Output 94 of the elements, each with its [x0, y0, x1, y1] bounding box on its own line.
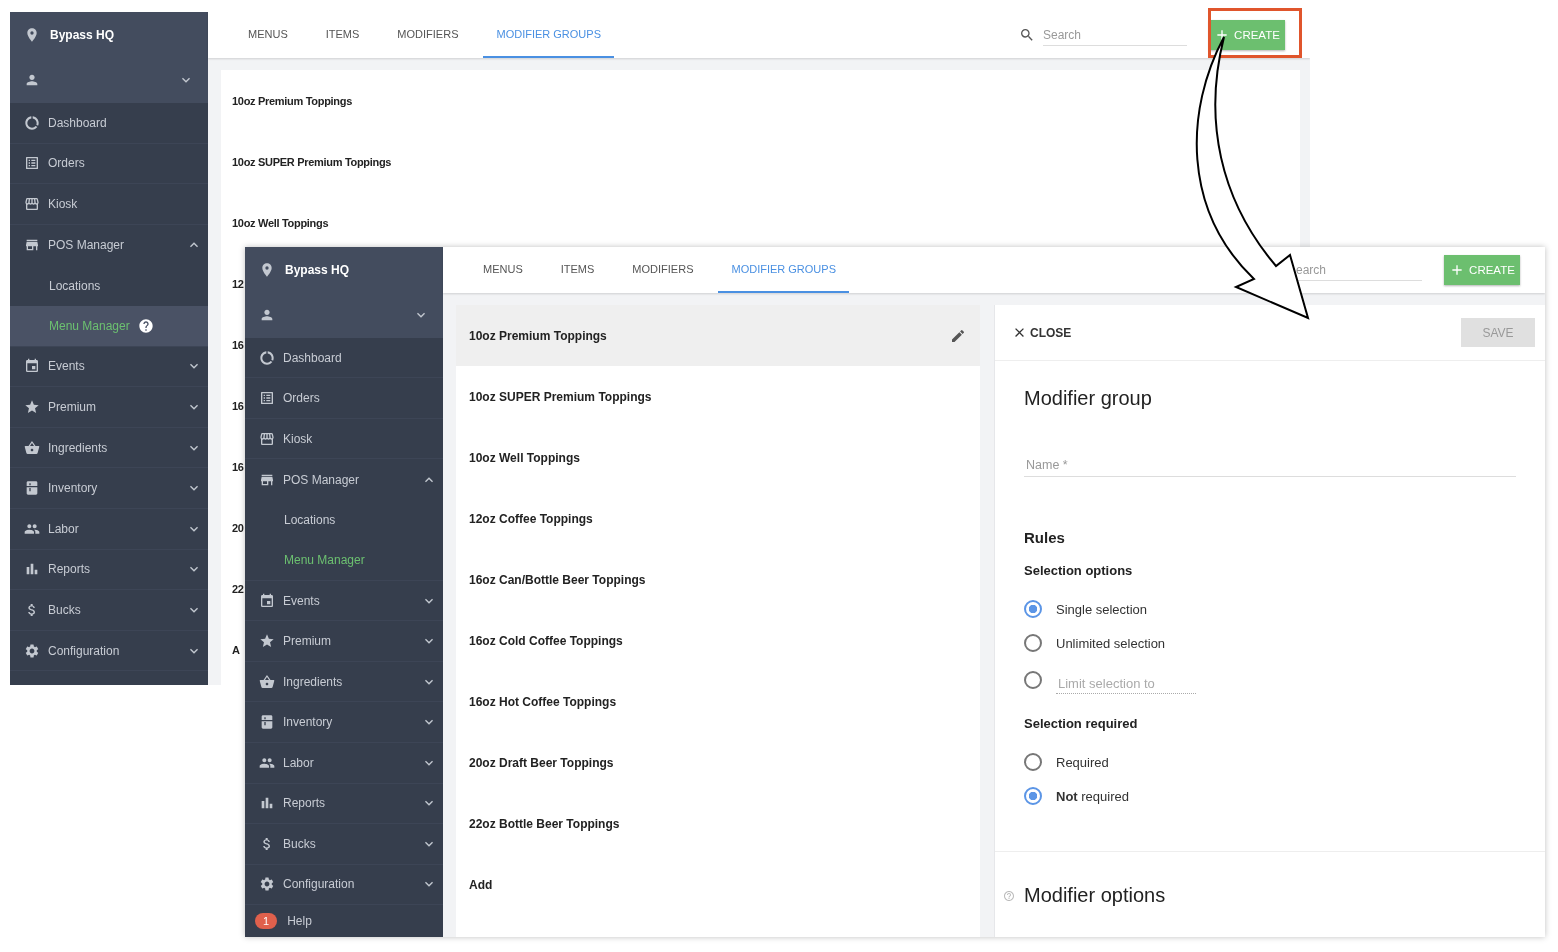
list-item[interactable]: 10oz SUPER Premium Toppings	[232, 155, 392, 168]
sidebar-item[interactable]: Premium	[10, 387, 208, 428]
storefront-icon	[24, 196, 40, 212]
list-item[interactable]: 10oz Premium Toppings	[232, 94, 352, 107]
section-title: Modifier options	[1024, 884, 1166, 907]
list-item[interactable]: 10oz Well Toppings	[232, 216, 329, 229]
subheading: Selection required	[1024, 716, 1139, 731]
radio-button[interactable]	[1024, 671, 1042, 689]
location-name: Bypass HQ	[285, 262, 350, 277]
sidebar-item[interactable]: POS Manager	[10, 224, 208, 266]
list-item[interactable]: 10oz SUPER Premium Toppings	[469, 389, 652, 404]
radio-button[interactable]	[1024, 753, 1042, 771]
tab[interactable]: MODIFIERS	[384, 12, 472, 58]
sidebar-subitem[interactable]: Menu Manager	[245, 540, 443, 581]
list-item[interactable]: 16oz Hot Coffee Toppings	[469, 694, 617, 709]
list-item[interactable]: 12	[232, 277, 244, 290]
basket-icon	[24, 439, 40, 456]
list-item[interactable]: 22	[232, 582, 244, 595]
pencil-icon[interactable]	[950, 327, 966, 344]
list-item[interactable]: 16	[232, 460, 244, 473]
tab[interactable]: ITEMS	[547, 247, 608, 293]
location-pin-icon	[259, 261, 275, 278]
sidebar-item[interactable]: POS Manager	[245, 459, 443, 500]
ring-icon	[24, 114, 40, 131]
list-item[interactable]: 16	[232, 338, 244, 351]
sidebar-item[interactable]: Orders	[10, 143, 208, 185]
list-item[interactable]: A	[232, 643, 240, 656]
list-item[interactable]: 22oz Bottle Beer Toppings	[469, 816, 620, 831]
radio-label: Not required	[1056, 788, 1129, 804]
tab[interactable]: MENUS	[470, 247, 536, 293]
sidebar-item[interactable]: Kiosk	[245, 418, 443, 460]
calendar-icon	[24, 358, 40, 375]
gear-icon	[259, 876, 275, 893]
location-pin-icon	[24, 26, 40, 43]
tab[interactable]: ITEMS	[312, 12, 373, 58]
sidebar-item[interactable]: Premium	[245, 621, 443, 662]
radio-label: Required	[1056, 754, 1109, 770]
section-title: Modifier group	[1024, 387, 1153, 410]
sidebar-item[interactable]: Labor	[10, 508, 208, 550]
star-icon	[24, 398, 40, 415]
sidebar-item[interactable]: Events	[245, 580, 443, 622]
calendar-icon	[259, 592, 275, 609]
sidebar-item[interactable]: Bucks	[245, 824, 443, 865]
sidebar-item[interactable]: Inventory	[245, 702, 443, 743]
rules-heading: Rules	[1024, 529, 1066, 546]
basket-icon	[259, 673, 275, 690]
radio-button[interactable]	[1024, 787, 1042, 805]
sidebar-subitem[interactable]: Locations	[245, 499, 443, 541]
sidebar-subitem[interactable]: Locations	[10, 265, 208, 306]
sidebar-item[interactable]: Kiosk	[10, 184, 208, 225]
fridge-icon	[259, 714, 275, 731]
help-item[interactable]: 1 Help	[245, 905, 443, 937]
help-icon[interactable]	[137, 317, 154, 334]
notification-badge: 1	[255, 913, 278, 929]
sidebar-item[interactable]: Reports	[245, 783, 443, 824]
radio-label: Unlimited selection	[1056, 635, 1166, 651]
sidebar-item[interactable]: Ingredients	[10, 427, 208, 469]
radio-label: Single selection	[1056, 601, 1148, 617]
tab[interactable]: MODIFIERS	[619, 247, 707, 293]
close-button[interactable]: CLOSE	[1012, 325, 1072, 340]
sidebar-item[interactable]: Orders	[245, 378, 443, 419]
location-name: Bypass HQ	[50, 27, 115, 42]
storefront-icon	[259, 430, 275, 447]
list-item[interactable]: 16oz Can/Bottle Beer Toppings	[469, 572, 646, 587]
sidebar-item[interactable]: Dashboard	[245, 337, 443, 379]
list-item[interactable]: Add	[469, 877, 493, 892]
list-item[interactable]: 16oz Cold Coffee Toppings	[469, 633, 623, 648]
gear-icon	[24, 642, 40, 659]
search-icon[interactable]	[1019, 27, 1035, 43]
list-icon	[24, 155, 40, 172]
radio-button[interactable]	[1024, 600, 1042, 618]
radio-button[interactable]	[1024, 634, 1042, 652]
list-item[interactable]: 12oz Coffee Toppings	[469, 511, 593, 526]
sidebar-item[interactable]: Labor	[245, 743, 443, 784]
ring-icon	[259, 349, 275, 366]
list-item[interactable]: 10oz Well Toppings	[469, 450, 580, 465]
list-item[interactable]: 20oz Draft Beer Toppings	[469, 755, 614, 770]
sidebar-item[interactable]: Reports	[10, 549, 208, 591]
fridge-icon	[24, 480, 40, 497]
sidebar-item[interactable]: Bucks	[10, 590, 208, 631]
sidebar-item[interactable]: Events	[10, 346, 208, 388]
tab[interactable]: MENUS	[235, 12, 301, 58]
sidebar-item[interactable]: Inventory	[10, 468, 208, 509]
sidebar-item[interactable]: Configuration	[245, 864, 443, 906]
sidebar-item[interactable]: Configuration	[10, 630, 208, 672]
subheading: Selection options	[1024, 563, 1134, 578]
list-icon	[259, 390, 275, 407]
sidebar-item[interactable]: Dashboard	[10, 103, 208, 144]
list-item[interactable]: 16	[232, 399, 244, 412]
sidebar-subitem[interactable]: Menu Manager	[10, 305, 208, 347]
sidebar-item[interactable]: Ingredients	[245, 661, 443, 703]
list-item[interactable]: 20	[232, 521, 244, 534]
star-icon	[259, 633, 275, 650]
list-item[interactable]: 10oz Premium Toppings	[456, 305, 980, 366]
